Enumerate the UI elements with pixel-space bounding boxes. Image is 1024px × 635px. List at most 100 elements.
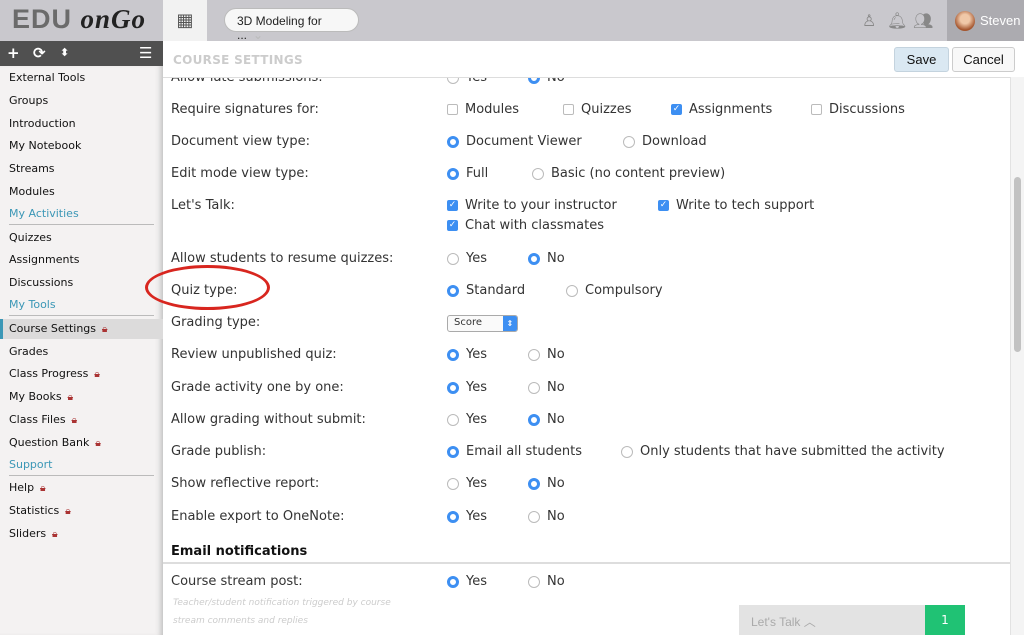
grading-type-select[interactable]: Score ⇕ [447, 315, 518, 332]
sidebar-item[interactable]: Class Files 🔒︎ [9, 410, 77, 430]
radio-button[interactable] [447, 167, 459, 180]
sidebar-item[interactable]: Introduction [9, 114, 76, 134]
checkbox-option[interactable]: ✓ Write to your instructor [447, 198, 617, 213]
radio-option[interactable]: No [528, 78, 565, 85]
radio-button[interactable] [528, 381, 540, 394]
user-menu[interactable]: Steven [947, 0, 1024, 41]
radio-button[interactable] [528, 252, 540, 265]
radio-button[interactable] [447, 381, 459, 394]
checkbox[interactable]: ✓ [447, 200, 458, 211]
radio-option[interactable]: No [528, 380, 565, 395]
radio-option[interactable]: Standard [447, 283, 525, 298]
sidebar-item[interactable]: Question Bank 🔒︎ [9, 433, 101, 453]
radio-option[interactable]: Yes [447, 476, 487, 491]
radio-option[interactable]: Compulsory [566, 283, 663, 298]
setting-label: Let's Talk: [171, 198, 235, 213]
radio-button[interactable] [447, 445, 459, 458]
radio-button[interactable] [566, 284, 578, 297]
sidebar-item[interactable]: Sliders 🔒︎ [9, 524, 57, 544]
radio-button[interactable] [528, 510, 540, 523]
sidebar-item[interactable]: Course Settings 🔒︎ [0, 318, 163, 339]
save-button[interactable]: Save [894, 47, 949, 72]
radio-button[interactable] [447, 575, 459, 588]
sort-icon[interactable]: ⬍ [60, 46, 69, 59]
radio-option[interactable]: Yes [447, 412, 487, 427]
checkbox-option[interactable]: ✓ Write to tech support [658, 198, 814, 213]
logo[interactable]: EDU onGo [12, 4, 146, 35]
sidebar-item[interactable]: External Tools [9, 68, 85, 88]
radio-option[interactable]: Yes [447, 380, 487, 395]
checkbox[interactable] [447, 104, 458, 115]
sidebar-item[interactable]: Streams [9, 159, 55, 179]
sidebar-item[interactable]: Class Progress 🔒︎ [9, 364, 100, 384]
radio-option[interactable]: No [528, 574, 565, 589]
course-selector[interactable]: 3D Modeling for ... ⌄ [224, 8, 359, 42]
radio-option[interactable]: No [528, 251, 565, 266]
radio-button[interactable] [447, 348, 459, 361]
sidebar-item[interactable]: Grades [9, 342, 48, 362]
radio-option[interactable]: Yes [447, 574, 487, 589]
main-panel: COURSE SETTINGS Save Cancel Email notifi… [163, 41, 1024, 635]
radio-button[interactable] [528, 477, 540, 490]
menu-icon[interactable]: ☰ [139, 44, 152, 62]
radio-button[interactable] [447, 252, 459, 265]
radio-option[interactable]: No [528, 509, 565, 524]
sidebar-item[interactable]: Quizzes [9, 228, 52, 248]
checkbox[interactable]: ✓ [671, 104, 682, 115]
cancel-button[interactable]: Cancel [952, 47, 1015, 72]
checkbox[interactable]: ✓ [447, 220, 458, 231]
radio-option[interactable]: Yes [447, 78, 487, 85]
checkbox[interactable] [563, 104, 574, 115]
sidebar-item[interactable]: Groups [9, 91, 48, 111]
radio-option[interactable]: Email all students [447, 444, 582, 459]
radio-button[interactable] [447, 510, 459, 523]
radio-option[interactable]: Yes [447, 347, 487, 362]
checkbox-option[interactable]: ✓ Chat with classmates [447, 218, 604, 233]
radio-button[interactable] [528, 413, 540, 426]
radio-button[interactable] [528, 348, 540, 361]
sidebar-item[interactable]: Modules [9, 182, 55, 202]
checkbox-option[interactable]: Quizzes [563, 102, 632, 117]
radio-option[interactable]: Yes [447, 509, 487, 524]
radio-button[interactable] [528, 575, 540, 588]
scrollbar-thumb[interactable] [1014, 177, 1021, 352]
sidebar-item[interactable]: My Notebook [9, 136, 81, 156]
lets-talk-button[interactable]: Let's Talk ︿ [739, 605, 925, 635]
checkbox[interactable] [811, 104, 822, 115]
radio-button[interactable] [623, 135, 635, 148]
scrollbar[interactable] [1010, 77, 1024, 635]
radio-option[interactable]: Only students that have submitted the ac… [621, 444, 945, 459]
radio-button[interactable] [447, 477, 459, 490]
radio-option[interactable]: Full [447, 166, 488, 181]
radio-button[interactable] [532, 167, 544, 180]
radio-button[interactable] [528, 78, 540, 84]
radio-option[interactable]: No [528, 412, 565, 427]
radio-option[interactable]: Basic (no content preview) [532, 166, 725, 181]
radio-option[interactable]: Download [623, 134, 707, 149]
group-icon[interactable]: 👥︎ [913, 11, 933, 30]
radio-option[interactable]: Yes [447, 251, 487, 266]
radio-option[interactable]: No [528, 347, 565, 362]
checkbox[interactable]: ✓ [658, 200, 669, 211]
sidebar-item[interactable]: Assignments [9, 250, 80, 270]
checkbox-option[interactable]: Discussions [811, 102, 905, 117]
radio-option[interactable]: No [528, 476, 565, 491]
radio-button[interactable] [621, 445, 633, 458]
bell-icon[interactable]: 🔔︎ [887, 11, 907, 30]
checkbox-option[interactable]: ✓ Assignments [671, 102, 772, 117]
checkbox-option[interactable]: Modules [447, 102, 519, 117]
person-pin-icon[interactable]: ♙ [862, 11, 876, 30]
sidebar-item[interactable]: My Books 🔒︎ [9, 387, 73, 407]
sidebar-item[interactable]: Help 🔒︎ [9, 478, 45, 498]
radio-button[interactable] [447, 78, 459, 84]
chat-count-badge[interactable]: 1 [925, 605, 965, 635]
sidebar-item[interactable]: Discussions [9, 273, 73, 293]
radio-button[interactable] [447, 413, 459, 426]
radio-button[interactable] [447, 284, 459, 297]
apps-grid-icon[interactable]: ▦ [163, 0, 207, 41]
add-icon[interactable]: + [7, 44, 20, 62]
radio-button[interactable] [447, 135, 459, 148]
radio-option[interactable]: Document Viewer [447, 134, 582, 149]
sidebar-item[interactable]: Statistics 🔒︎ [9, 501, 71, 521]
refresh-icon[interactable]: ⟳ [33, 44, 46, 62]
